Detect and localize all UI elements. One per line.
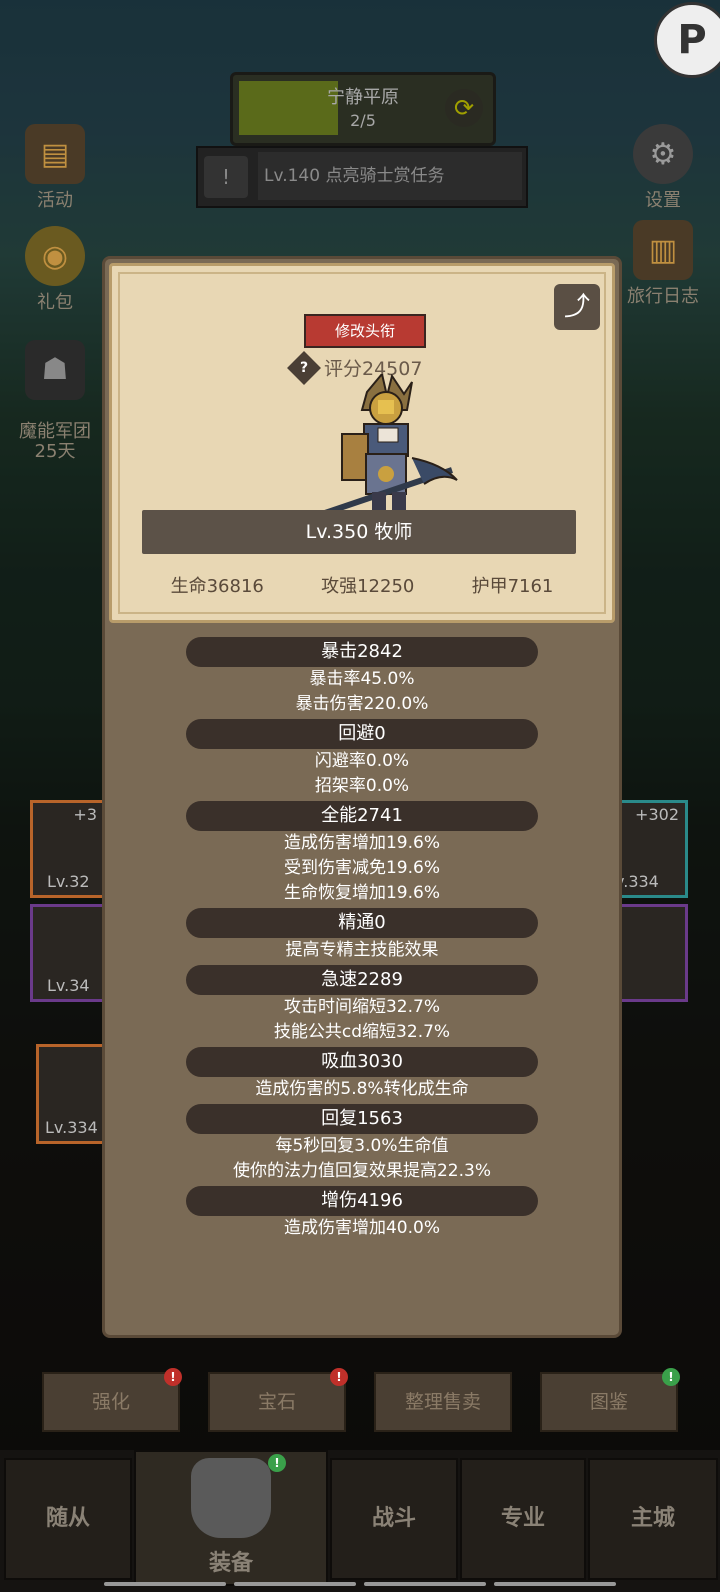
attribute-detail: 使你的法力值回复效果提高22.3% xyxy=(232,1161,491,1181)
system-gesture-bar xyxy=(104,1582,616,1586)
attribute-header: 暴击2842 xyxy=(186,637,538,667)
attack-stat: 攻强12250 xyxy=(321,576,415,597)
travel-log-button[interactable]: ▥ 旅行日志 xyxy=(618,220,708,308)
quest-text: Lv.140 点亮骑士赏任务 xyxy=(258,152,522,200)
overlay-app-icon[interactable]: P xyxy=(654,2,720,78)
inventory-slot[interactable]: Lv.334 xyxy=(36,1044,108,1144)
sort-sell-button[interactable]: 整理售卖 xyxy=(374,1372,512,1432)
nav-profession-label: 专业 xyxy=(500,1506,545,1531)
character-name-level: Lv.350 牧师 xyxy=(142,510,576,554)
attribute-detail: 闪避率0.0% xyxy=(314,751,410,771)
slot-level: Lv.32 xyxy=(47,872,90,891)
settings-button[interactable]: ⚙ 设置 xyxy=(618,124,708,212)
attribute-header: 回复1563 xyxy=(186,1104,538,1134)
attribute-section: 精通0 提高专精主技能效果 xyxy=(105,908,619,963)
enhance-button[interactable]: 强化 ! xyxy=(42,1368,182,1432)
refresh-icon[interactable]: ⟳ xyxy=(445,89,483,127)
gear-icon: ⚙ xyxy=(633,124,693,184)
nav-equipment-label: 装备 xyxy=(208,1551,253,1576)
nav-battle[interactable]: 战斗 xyxy=(330,1458,458,1580)
attribute-section: 回避0 闪避率0.0% 招架率0.0% xyxy=(105,719,619,799)
attribute-detail: 受到伤害减免19.6% xyxy=(283,858,440,878)
legion-button[interactable]: ☗ 魔能军团 25天 xyxy=(10,320,100,482)
attribute-section: 增伤4196 造成伤害增加40.0% xyxy=(105,1186,619,1241)
equipment-slot[interactable] xyxy=(612,904,688,1002)
attribute-detail: 造成伤害增加19.6% xyxy=(283,833,440,853)
nav-followers-label: 随从 xyxy=(45,1506,90,1531)
attribute-header: 增伤4196 xyxy=(186,1186,538,1216)
sort-sell-label: 整理售卖 xyxy=(404,1391,481,1413)
profile-header: ⤴ 修改头衔 ? 评分24507 Lv.350 牧师 生命36816 攻强122… xyxy=(109,263,615,623)
helmet-icon xyxy=(191,1458,271,1538)
equipment-slot[interactable]: +302 v.334 xyxy=(612,800,688,898)
attribute-detail: 造成伤害增加40.0% xyxy=(283,1218,440,1238)
attribute-detail: 生命恢复增加19.6% xyxy=(283,883,440,903)
attribute-detail: 每5秒回复3.0%生命值 xyxy=(275,1136,449,1156)
attribute-header: 急速2289 xyxy=(186,965,538,995)
character-avatar xyxy=(321,374,458,517)
attribute-section: 吸血3030 造成伤害的5.8%转化成生命 xyxy=(105,1047,619,1102)
slot-enhance-level: +302 xyxy=(635,805,679,824)
nav-battle-label: 战斗 xyxy=(371,1506,416,1531)
alert-badge: ! xyxy=(662,1368,680,1386)
legion-label: 魔能军团 25天 xyxy=(19,421,91,462)
enhance-label: 强化 xyxy=(91,1391,130,1413)
gems-label: 宝石 xyxy=(257,1391,296,1413)
quest-bar[interactable]: ! Lv.140 点亮骑士赏任务 xyxy=(196,146,528,208)
attribute-section: 回复1563 每5秒回复3.0%生命值 使你的法力值回复效果提高22.3% xyxy=(105,1104,619,1184)
codex-label: 图鉴 xyxy=(589,1391,628,1413)
attribute-section: 急速2289 攻击时间缩短32.7% 技能公共cd缩短32.7% xyxy=(105,965,619,1045)
nav-equipment[interactable]: ! 装备 xyxy=(134,1450,328,1586)
activity-label: 活动 xyxy=(37,190,73,211)
attribute-section: 暴击2842 暴击率45.0% 暴击伤害220.0% xyxy=(105,637,619,717)
equipment-slot[interactable]: Lv.34 xyxy=(30,904,106,1002)
attribute-header: 精通0 xyxy=(186,908,538,938)
attribute-detail: 造成伤害的5.8%转化成生命 xyxy=(255,1079,469,1099)
nav-main-city[interactable]: 主城 xyxy=(588,1458,718,1580)
gems-button[interactable]: 宝石 ! xyxy=(208,1368,348,1432)
edit-title-button[interactable]: 修改头衔 xyxy=(304,314,426,348)
travel-log-label: 旅行日志 xyxy=(627,286,699,307)
attribute-detail: 攻击时间缩短32.7% xyxy=(283,997,440,1017)
coin-icon: ◉ xyxy=(25,226,85,286)
attribute-section: 全能2741 造成伤害增加19.6% 受到伤害减免19.6% 生命恢复增加19.… xyxy=(105,801,619,906)
equipment-slot[interactable]: +3 Lv.32 xyxy=(30,800,106,898)
attribute-detail: 提高专精主技能效果 xyxy=(285,940,439,960)
attribute-header: 全能2741 xyxy=(186,801,538,831)
attribute-detail: 技能公共cd缩短32.7% xyxy=(273,1022,451,1042)
alert-icon: ! xyxy=(204,156,248,198)
attribute-list: 暴击2842 暴击率45.0% 暴击伤害220.0% 回避0 闪避率0.0% 招… xyxy=(105,637,619,1243)
slot-level: Lv.34 xyxy=(47,976,90,995)
zone-progress-panel: 宁静平原 2/5 ⟳ xyxy=(230,72,496,146)
nav-followers[interactable]: 随从 xyxy=(4,1458,132,1580)
armor-stat: 护甲7161 xyxy=(471,576,554,597)
book-icon: ▤ xyxy=(25,124,85,184)
nav-main-city-label: 主城 xyxy=(630,1506,675,1531)
attribute-detail: 暴击率45.0% xyxy=(309,669,415,689)
gift-pack-button[interactable]: ◉ 礼包 xyxy=(10,226,100,314)
alert-badge: ! xyxy=(164,1368,182,1386)
journal-icon: ▥ xyxy=(633,220,693,280)
helmet-icon: ☗ xyxy=(25,340,85,400)
alert-badge: ! xyxy=(268,1454,286,1472)
settings-label: 设置 xyxy=(645,190,681,211)
nav-profession[interactable]: 专业 xyxy=(460,1458,586,1580)
gift-pack-label: 礼包 xyxy=(37,292,73,313)
hp-stat: 生命36816 xyxy=(170,576,264,597)
codex-button[interactable]: 图鉴 ! xyxy=(540,1368,680,1432)
slot-enhance-level: +3 xyxy=(73,805,97,824)
attribute-header: 吸血3030 xyxy=(186,1047,538,1077)
attribute-detail: 招架率0.0% xyxy=(314,776,410,796)
character-profile-card: ⤴ 修改头衔 ? 评分24507 Lv.350 牧师 生命36816 攻强122… xyxy=(102,256,622,1338)
core-stats: 生命36816 攻强12250 护甲7161 xyxy=(112,572,612,598)
share-icon[interactable]: ⤴ xyxy=(554,284,600,330)
attribute-header: 回避0 xyxy=(186,719,538,749)
attribute-detail: 暴击伤害220.0% xyxy=(295,694,429,714)
slot-level: Lv.334 xyxy=(45,1118,98,1137)
bottom-navigation: 随从 ! 装备 战斗 专业 主城 xyxy=(0,1450,720,1592)
activity-button[interactable]: ▤ 活动 xyxy=(10,124,100,212)
alert-badge: ! xyxy=(330,1368,348,1386)
